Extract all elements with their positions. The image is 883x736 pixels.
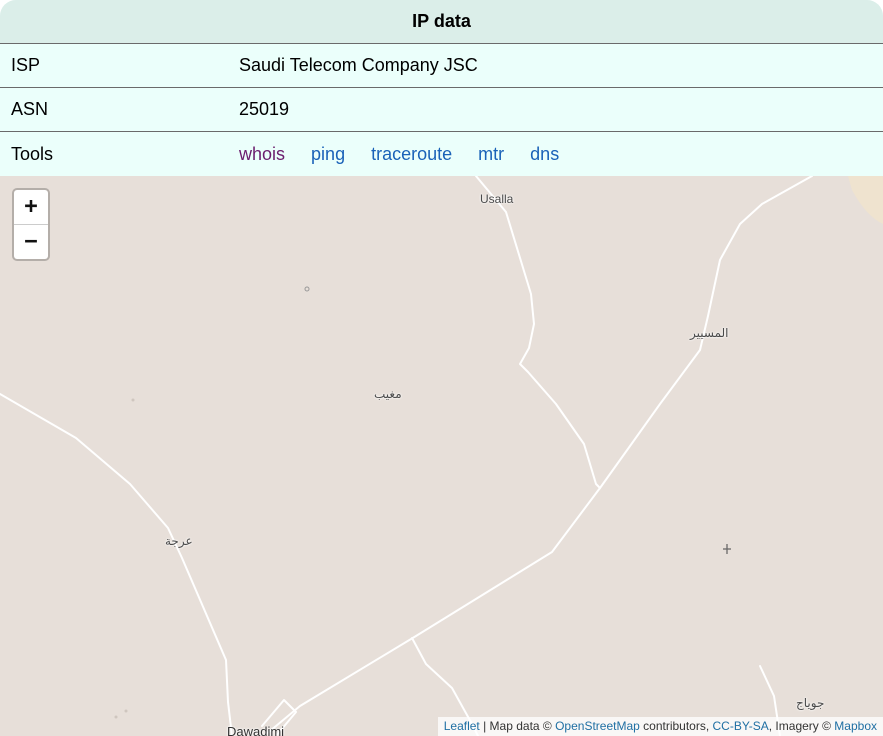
map-speck-3 — [114, 715, 118, 719]
road-main-north — [263, 176, 813, 736]
tools-label: Tools — [11, 143, 54, 164]
asn-row: ASN 25019 — [0, 88, 883, 132]
zoom-control: + − — [12, 188, 50, 261]
place-label-usalla: Usalla — [480, 192, 514, 206]
map-speck-1 — [131, 398, 135, 402]
isp-value: Saudi Telecom Company JSC — [239, 55, 478, 75]
whois-link[interactable]: whois — [239, 144, 285, 164]
asn-value: 25019 — [239, 99, 290, 119]
zoom-in-button[interactable]: + — [14, 190, 48, 225]
mtr-link[interactable]: mtr — [478, 144, 504, 164]
isp-label: ISP — [11, 55, 41, 75]
leaflet-link[interactable]: Leaflet — [444, 719, 480, 733]
map-view[interactable]: Usalla المسيير مغيب عرجة Dawadimi جوياج … — [0, 176, 883, 736]
dns-link[interactable]: dns — [530, 144, 559, 164]
openstreetmap-link[interactable]: OpenStreetMap — [555, 719, 640, 733]
attribution-contributors: contributors, — [639, 719, 713, 733]
tools-links: whois ping traceroute mtr dns — [239, 144, 883, 165]
mapbox-link[interactable]: Mapbox — [834, 719, 877, 733]
asn-label: ASN — [11, 99, 49, 119]
airport-icon — [723, 544, 731, 554]
ip-data-title: IP data — [0, 0, 883, 44]
sand-patch — [848, 176, 883, 224]
place-label-mughayyib: مغيب — [374, 387, 402, 401]
map-speck-2 — [124, 709, 128, 713]
ping-link[interactable]: ping — [311, 144, 345, 164]
attribution-map-data: | Map data © — [479, 719, 556, 733]
road-usalla — [475, 176, 601, 489]
place-label-almusayyir: المسيير — [690, 326, 729, 340]
map-attribution: Leaflet | Map data © OpenStreetMap contr… — [437, 717, 883, 736]
attribution-imagery: , Imagery © — [768, 719, 835, 733]
traceroute-link[interactable]: traceroute — [371, 144, 452, 164]
cc-by-sa-link[interactable]: CC-BY-SA — [713, 719, 769, 733]
place-label-arja: عرجة — [165, 534, 193, 548]
place-label-dawadimi: Dawadimi — [227, 724, 285, 736]
isp-row: ISP Saudi Telecom Company JSC — [0, 44, 883, 88]
map-point — [304, 286, 310, 292]
road-west — [0, 393, 233, 736]
ip-data-table: IP data ISP Saudi Telecom Company JSC AS… — [0, 0, 883, 176]
zoom-out-button[interactable]: − — [14, 225, 48, 259]
tools-row: Tools whois ping traceroute mtr dns — [0, 132, 883, 176]
place-label-jawwaj: جوياج — [796, 696, 825, 710]
map-roads — [0, 176, 883, 736]
